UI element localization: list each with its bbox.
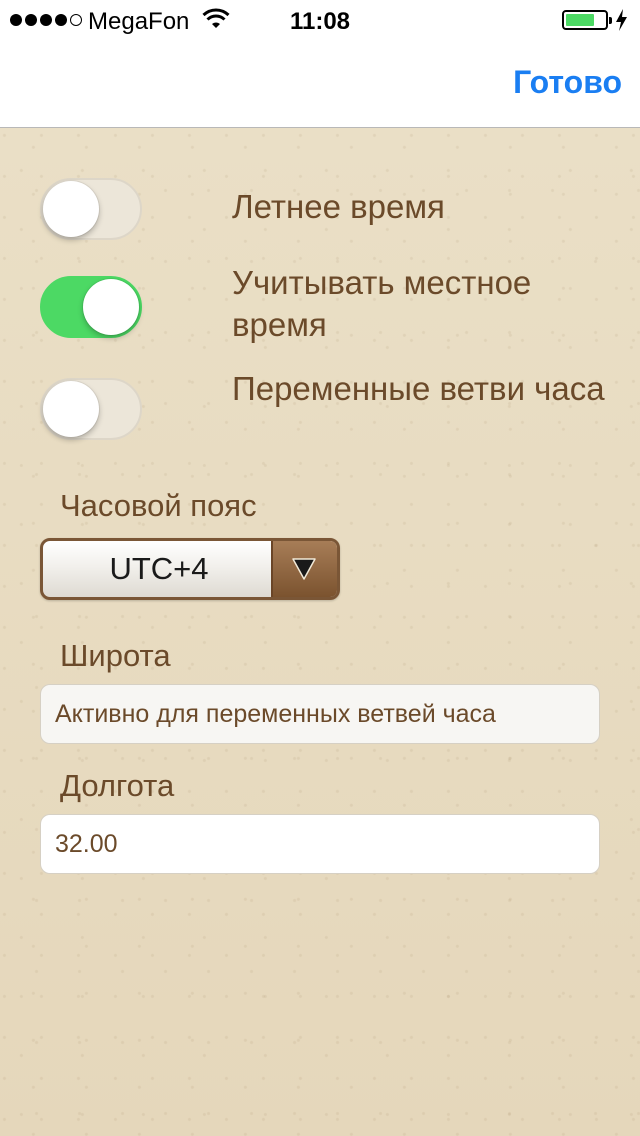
triangle-down-icon — [292, 558, 316, 580]
toggle-knob — [83, 279, 139, 335]
done-button[interactable]: Готово — [513, 64, 622, 101]
timezone-value: UTC+4 — [109, 551, 209, 586]
longitude-field[interactable] — [40, 814, 600, 874]
battery-level — [566, 14, 594, 26]
dropdown-button[interactable] — [271, 541, 337, 597]
longitude-label: Долгота — [60, 768, 175, 803]
charging-icon — [616, 9, 627, 31]
timezone-select[interactable]: UTC+4 — [40, 538, 340, 600]
toggle-knob — [43, 181, 99, 237]
daylight-saving-toggle[interactable] — [40, 178, 142, 240]
status-time: 11:08 — [289, 8, 351, 35]
daylight-saving-label: Летнее время — [232, 188, 445, 225]
status-bar: MegaFon 11:08 — [0, 0, 640, 40]
timezone-label: Часовой пояс — [60, 488, 257, 523]
variable-hours-toggle[interactable] — [40, 378, 142, 440]
latitude-field[interactable] — [40, 684, 600, 744]
battery-icon — [562, 10, 612, 30]
navigation-bar: MegaFon 11:08 Готово — [0, 0, 640, 128]
local-time-toggle[interactable] — [40, 276, 142, 338]
toggle-knob — [43, 381, 99, 437]
local-time-label: Учитывать местное время — [232, 264, 532, 343]
latitude-label: Широта — [60, 638, 171, 673]
battery-tip — [609, 17, 612, 24]
variable-hours-label: Переменные ветви часа — [232, 370, 605, 407]
